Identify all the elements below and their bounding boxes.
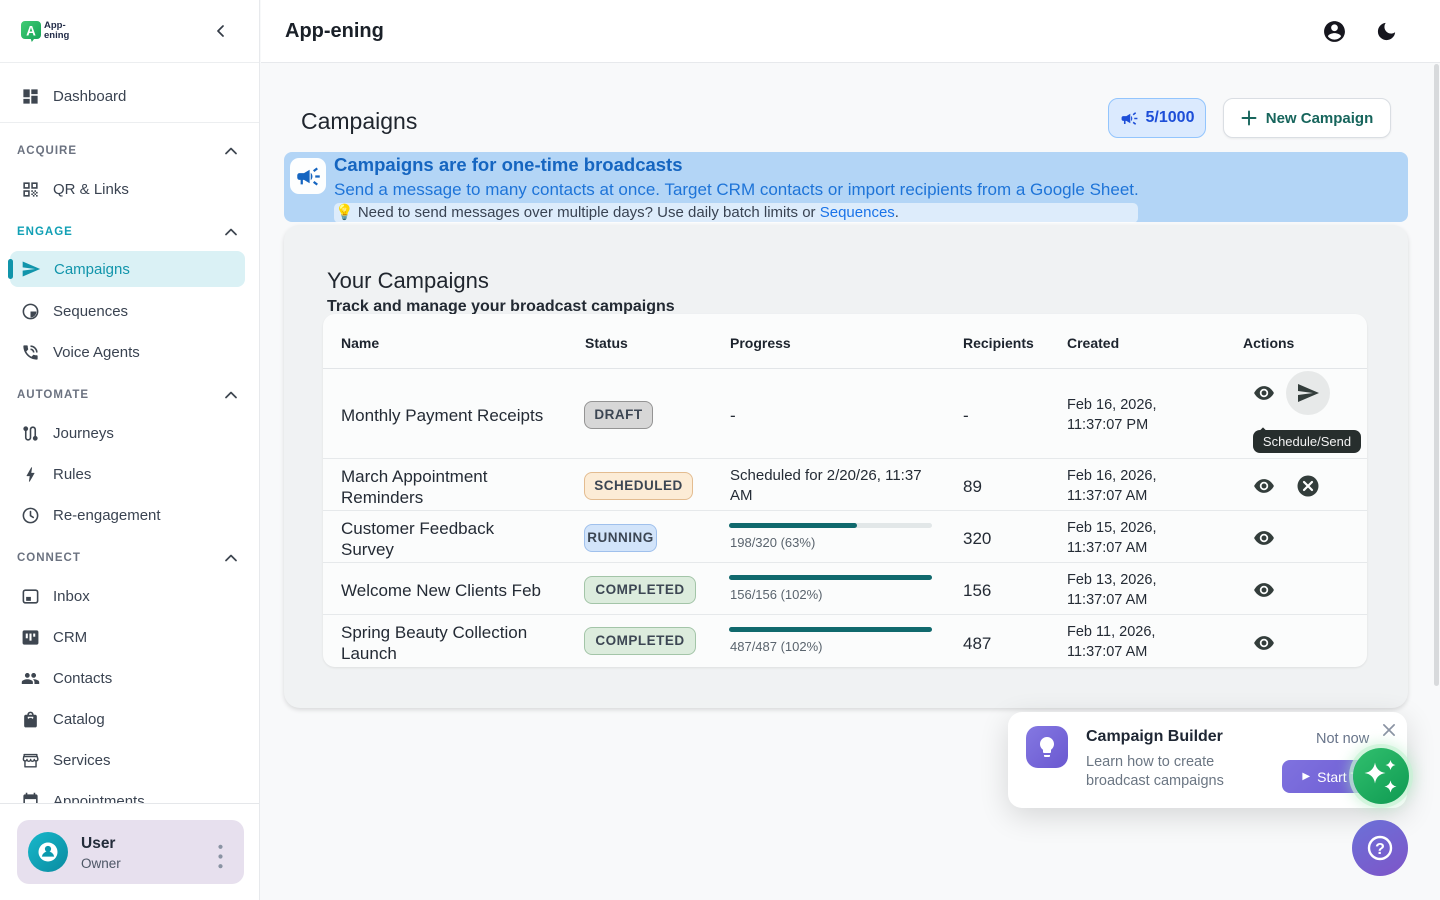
svg-text:A: A <box>26 24 36 39</box>
svg-text:?: ? <box>1375 841 1385 858</box>
